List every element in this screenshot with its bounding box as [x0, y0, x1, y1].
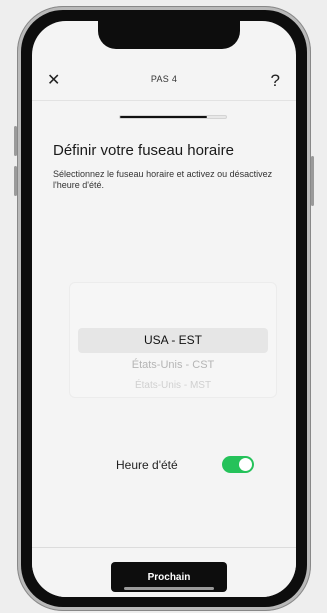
phone-notch [98, 21, 240, 49]
volume-button [14, 166, 17, 196]
phone-bezel: ✕ PAS 4 ? Définir votre fuseau horaire S… [21, 10, 307, 607]
dst-label: Heure d'été [116, 458, 178, 472]
phone-screen: ✕ PAS 4 ? Définir votre fuseau horaire S… [32, 21, 296, 597]
timezone-option[interactable]: États-Unis - MST [70, 380, 276, 391]
timezone-option[interactable]: États-Unis - CST [70, 359, 276, 371]
dst-toggle[interactable] [222, 456, 254, 473]
volume-button [14, 126, 17, 156]
header-divider [32, 100, 296, 101]
page-subtitle: Sélectionnez le fuseau horaire et active… [53, 169, 273, 190]
dst-row: Heure d'été [32, 455, 296, 475]
progress-bar [119, 115, 227, 119]
home-indicator [124, 587, 214, 590]
toggle-knob [239, 458, 252, 471]
timezone-option-selected[interactable]: USA - EST [70, 333, 276, 347]
page-title: Définir votre fuseau horaire [53, 142, 234, 159]
top-bar: ✕ PAS 4 ? [32, 67, 296, 97]
phone-frame: ✕ PAS 4 ? Définir votre fuseau horaire S… [14, 6, 314, 611]
timezone-picker[interactable]: USA - EST États-Unis - CST États-Unis - … [69, 282, 277, 398]
help-icon[interactable]: ? [271, 71, 280, 91]
power-button [311, 156, 314, 206]
step-label: PAS 4 [150, 74, 178, 84]
progress-fill [120, 116, 207, 118]
